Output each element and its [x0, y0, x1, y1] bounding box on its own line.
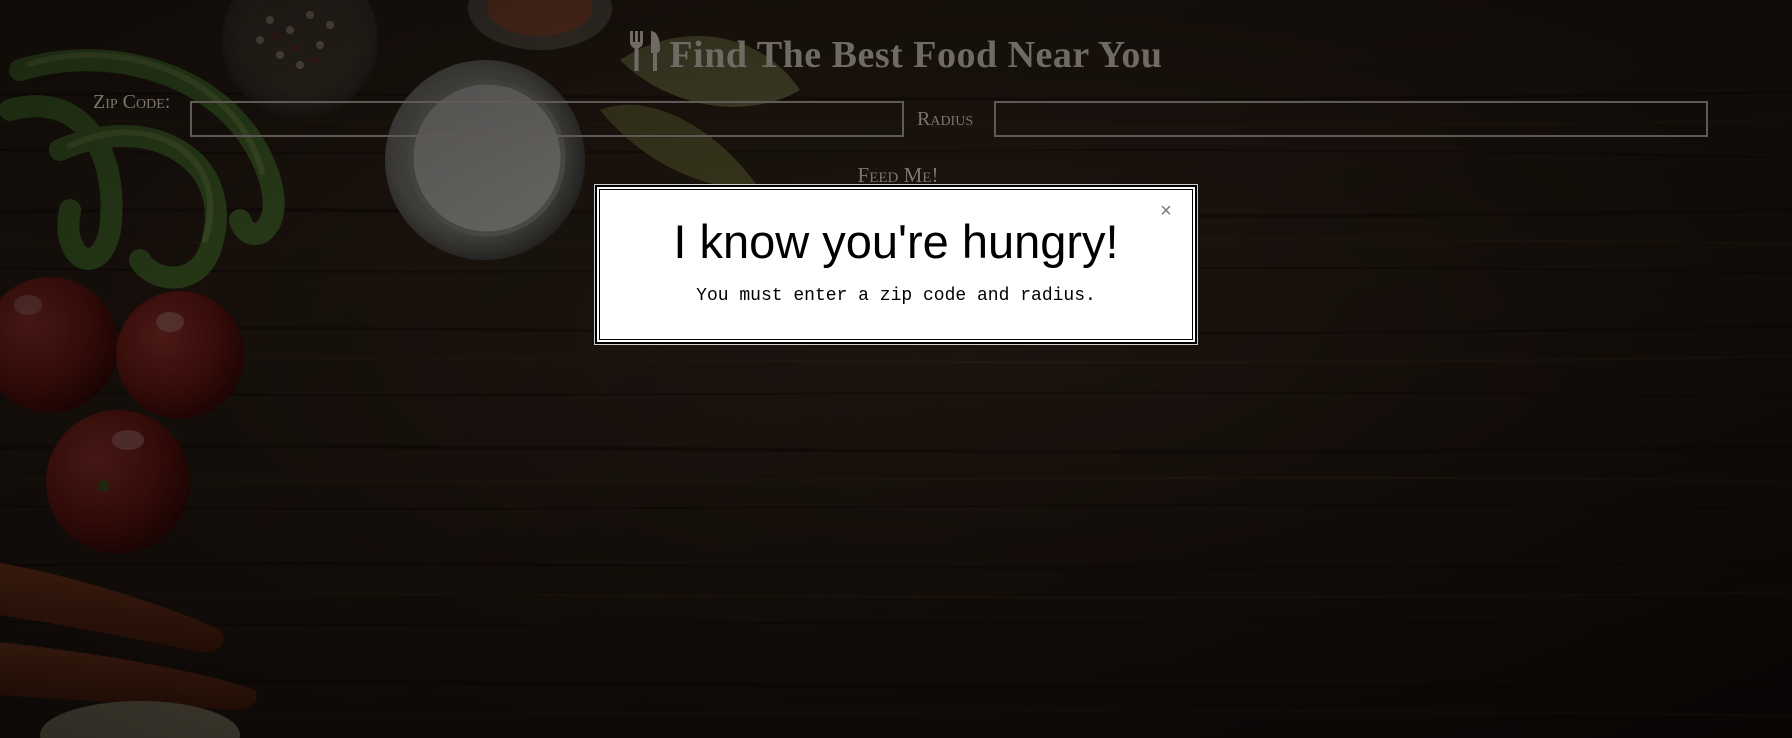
modal-content: × I know you're hungry! You must enter a… — [599, 189, 1193, 340]
modal-message: You must enter a zip code and radius. — [696, 286, 1096, 306]
validation-modal: × I know you're hungry! You must enter a… — [595, 185, 1197, 344]
radius-label: Radius — [917, 108, 974, 130]
page: Find The Best Food Near You Zip Code: Ra… — [0, 0, 1792, 738]
radius-input[interactable] — [994, 101, 1708, 137]
modal-heading: I know you're hungry! — [673, 215, 1119, 268]
zip-code-input[interactable] — [190, 101, 904, 137]
search-form: Zip Code: Radius Feed Me! — [0, 0, 1792, 200]
zip-code-label: Zip Code: — [93, 91, 171, 113]
